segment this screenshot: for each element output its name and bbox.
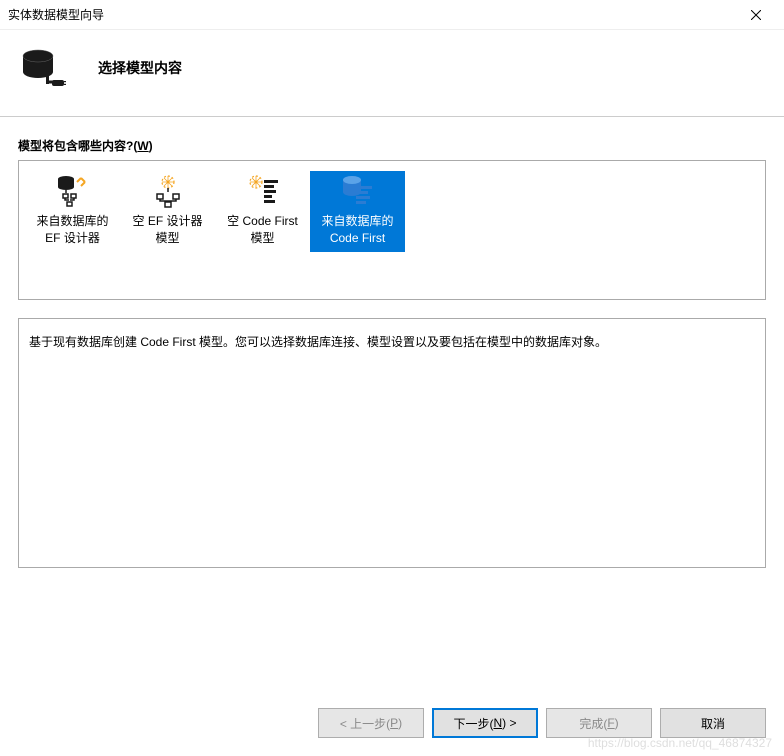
close-button[interactable] — [736, 1, 776, 29]
wizard-heading: 选择模型内容 — [98, 58, 182, 78]
option-empty-code-first[interactable]: 空 Code First 模型 — [215, 171, 310, 252]
option-empty-ef-designer[interactable]: 空 EF 设计器 模型 — [120, 171, 215, 252]
option-label-line2: EF 设计器 — [25, 230, 120, 247]
option-label-line1: 来自数据库的 — [310, 213, 405, 230]
option-label-line1: 空 EF 设计器 — [120, 213, 215, 230]
model-options-list: 来自数据库的 EF 设计器 空 EF 设计器 模型 — [18, 160, 766, 300]
title-bar: 实体数据模型向导 — [0, 0, 784, 30]
option-label-line1: 来自数据库的 — [25, 213, 120, 230]
wizard-header: 选择模型内容 — [0, 30, 784, 117]
db-codefirst-icon — [310, 173, 405, 209]
wizard-content: 模型将包含哪些内容?(W) 来自数据库的 EF 设计器 — [0, 117, 784, 568]
empty-codefirst-icon — [215, 173, 310, 209]
close-icon — [751, 10, 761, 20]
option-label-line2: 模型 — [215, 230, 310, 247]
cancel-button[interactable]: 取消 — [660, 708, 766, 738]
option-label-line1: 空 Code First — [215, 213, 310, 230]
option-label-line2: 模型 — [120, 230, 215, 247]
previous-button[interactable]: < 上一步(P) — [318, 708, 424, 738]
window-title: 实体数据模型向导 — [8, 6, 736, 23]
watermark-text: https://blog.csdn.net/qq_46874327 — [588, 736, 772, 750]
empty-designer-icon — [120, 173, 215, 209]
option-code-first-from-db[interactable]: 来自数据库的 Code First — [310, 171, 405, 252]
next-button[interactable]: 下一步(N) > — [432, 708, 538, 738]
wizard-header-icon — [20, 44, 70, 92]
db-designer-icon — [25, 173, 120, 209]
finish-button[interactable]: 完成(F) — [546, 708, 652, 738]
option-label-line2: Code First — [310, 230, 405, 247]
option-ef-designer-from-db[interactable]: 来自数据库的 EF 设计器 — [25, 171, 120, 252]
prompt-label: 模型将包含哪些内容?(W) — [18, 137, 766, 154]
option-description: 基于现有数据库创建 Code First 模型。您可以选择数据库连接、模型设置以… — [18, 318, 766, 568]
wizard-button-row: < 上一步(P) 下一步(N) > 完成(F) 取消 — [318, 708, 766, 738]
